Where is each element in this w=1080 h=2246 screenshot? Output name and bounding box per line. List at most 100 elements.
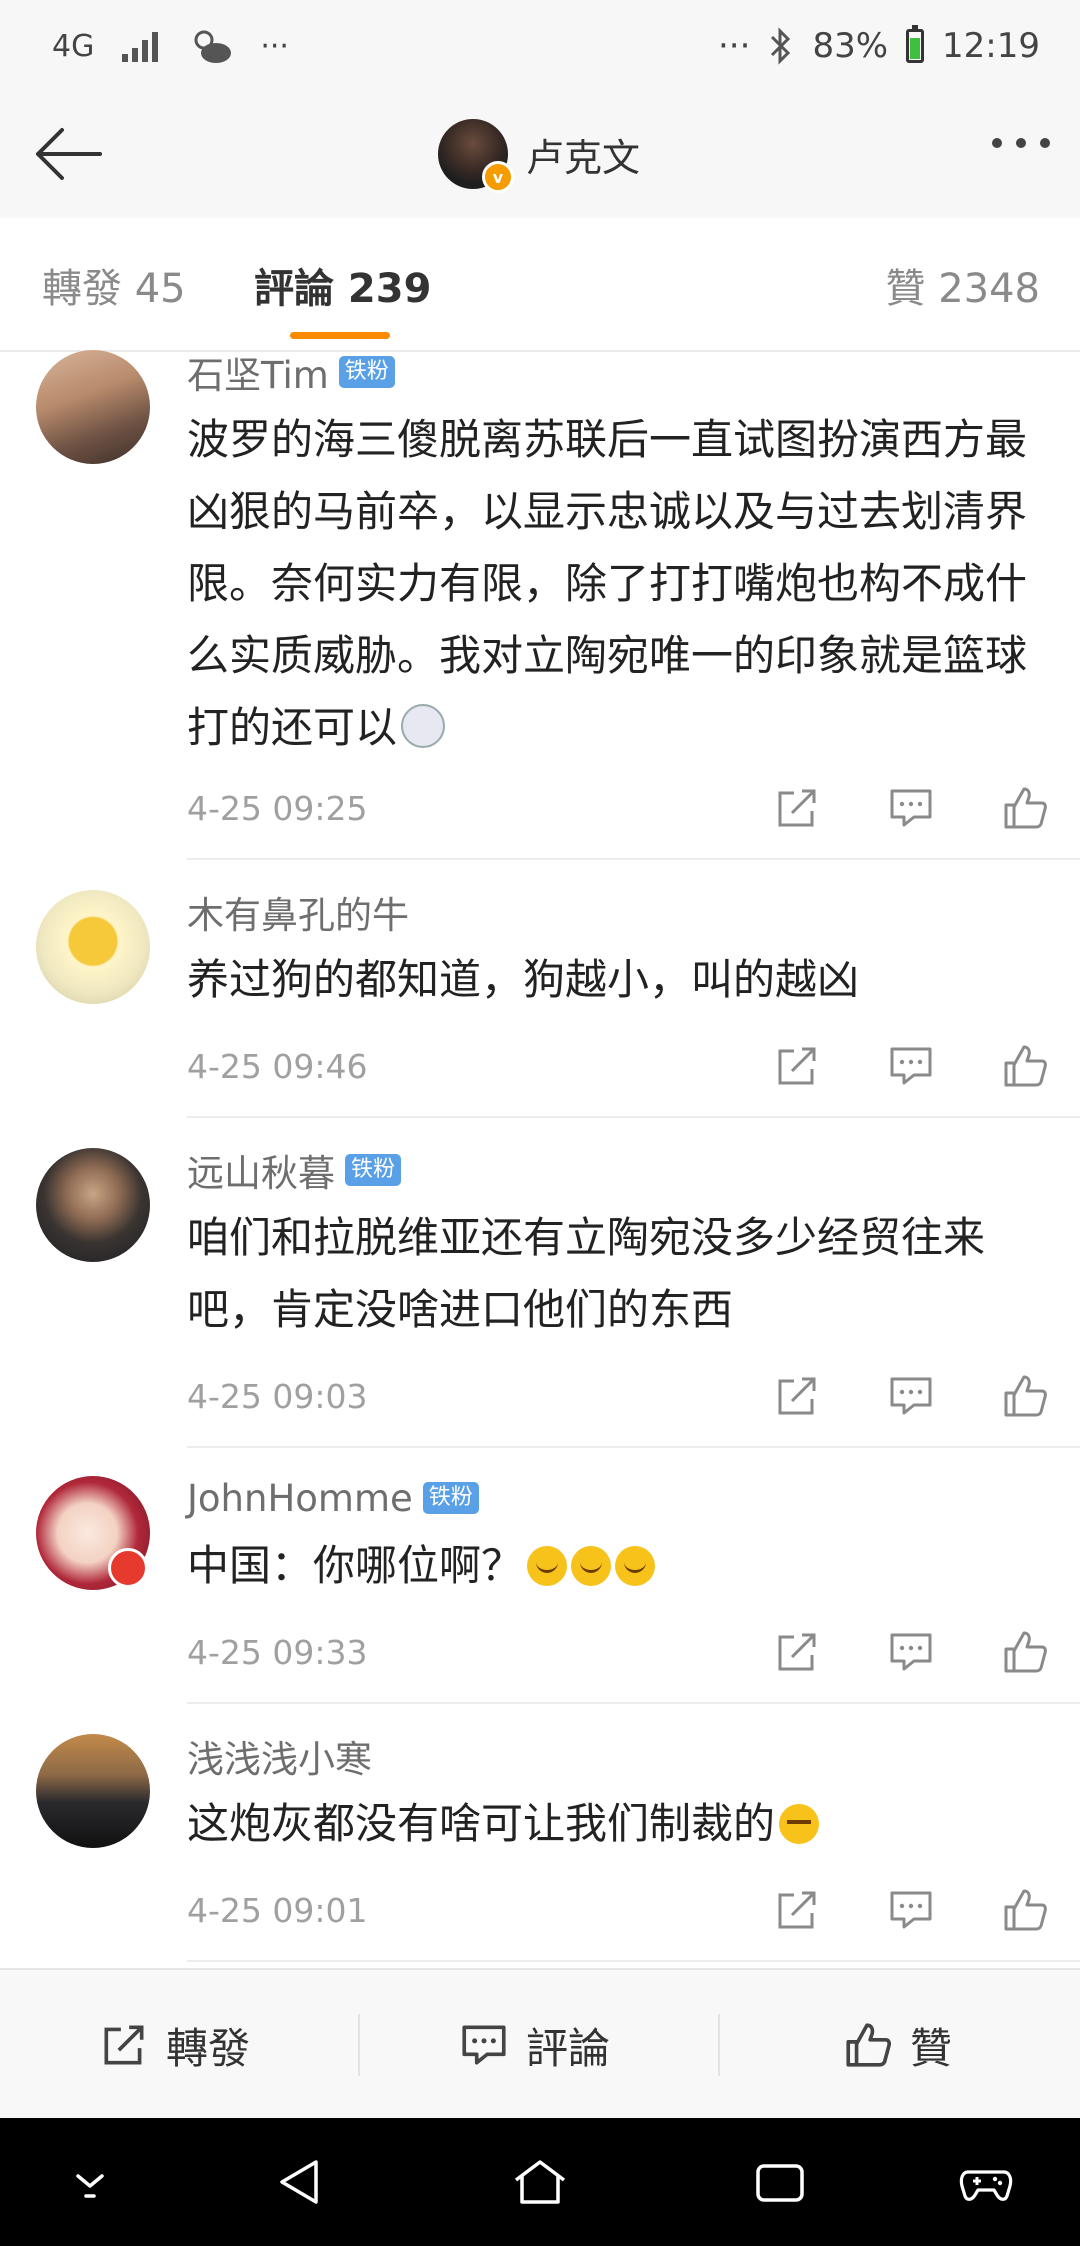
like-button[interactable] [1000,1371,1050,1421]
tab-comments[interactable]: 評論 239 [254,256,431,314]
active-tab-indicator [290,332,390,339]
reply-button[interactable] [886,1627,936,1677]
repost-button[interactable] [772,1627,822,1677]
divider [187,858,1080,860]
nav-header: v 卢克文 [0,90,1080,220]
reply-button[interactable] [886,1371,936,1421]
divider [187,1116,1080,1118]
share-icon [778,1633,816,1671]
like-button[interactable] [1000,783,1050,833]
like-button[interactable] [1000,1885,1050,1935]
tab-repost[interactable]: 轉發 45 [42,256,186,314]
comment-text: 这炮灰都没有啥可让我们制裁的 [187,1788,1050,1860]
reply-button[interactable] [886,1041,936,1091]
comment-icon [890,1633,932,1671]
battery-icon [906,25,925,63]
more-dots-icon[interactable] [992,138,1050,148]
thumbs-up-icon [1004,1045,1047,1087]
comment-bottom-label: 評論 [526,2023,611,2073]
divider [187,1702,1080,1704]
user-avatar[interactable] [36,1734,150,1848]
divider [187,1960,1080,1962]
weather-cloud-sun-icon [194,30,232,63]
reply-button[interactable] [886,1885,936,1935]
comment-bottom-button[interactable]: 評論 [458,1970,610,2120]
tab-likes[interactable]: 贊 2348 [885,256,1040,314]
home-nav-icon[interactable] [512,2154,568,2210]
repost-button[interactable] [772,1041,822,1091]
red-badge-icon [108,1548,148,1588]
user-avatar[interactable] [36,350,150,464]
repost-button[interactable] [772,783,822,833]
network-label: 4G [52,28,95,64]
repost-button[interactable] [772,1885,822,1935]
dog-emoji-icon [401,704,446,748]
author-avatar[interactable]: v [438,119,514,193]
username[interactable]: 木有鼻孔的牛 [187,885,409,939]
repost-bottom-label: 轉發 [166,2023,251,2073]
page-title: 卢克文 [526,135,641,180]
divider [718,2014,720,2076]
like-bottom-button[interactable]: 贊 [842,1970,952,2120]
verified-badge-icon: v [482,161,514,193]
recent-apps-icon[interactable] [752,2154,808,2210]
user-avatar[interactable] [36,890,150,1004]
comment-text: 咱们和拉脱维亚还有立陶宛没多少经贸往来吧，肯定没啥进口他们的东西 [187,1213,986,1334]
repost-button[interactable] [772,1371,822,1421]
signal-icon [122,32,159,62]
more-status: ··· [718,26,751,66]
share-icon [778,789,816,827]
more-notifications: ··· [260,28,289,64]
comment-text: 养过狗的都知道，狗越小，叫的越凶 [187,955,860,1004]
username[interactable]: 石坚Tim [187,345,329,399]
like-button[interactable] [1000,1041,1050,1091]
comment-icon [890,1891,932,1929]
username[interactable]: 远山秋暮 [187,1143,335,1197]
back-button[interactable] [28,114,108,194]
fan-badge: 铁粉 [422,1482,479,1514]
share-icon [778,1047,816,1085]
clock: 12:19 [942,26,1040,66]
thumbs-up-icon [1004,1375,1047,1417]
comment-time: 4-25 09:03 [187,1376,368,1416]
back-arrow-icon [36,128,102,180]
tab-bar: 轉發 45 評論 239 贊 2348 [0,218,1080,352]
comment-time: 4-25 09:33 [187,1632,368,1672]
smirk-emoji-icon [779,1804,820,1844]
thumbs-up-icon [846,2023,892,2067]
comment-icon [890,1377,932,1415]
share-icon [778,1377,816,1415]
comment-text: 波罗的海三傻脱离苏联后一直试图扮演西方最凶狠的马前卒，以显示忠诚以及与过去划清界… [187,415,1028,752]
like-button[interactable] [1000,1627,1050,1677]
bottom-action-bar: 轉發 評論 贊 [0,1968,1080,2120]
comment-icon [890,1047,932,1085]
comment-time: 4-25 09:46 [187,1046,368,1086]
thumbs-up-icon [1004,1889,1047,1931]
battery-percent: 83% [812,26,889,66]
laugh-cry-emoji-icon [571,1546,612,1586]
laugh-cry-emoji-icon [527,1546,568,1586]
bluetooth-icon [771,27,791,65]
author-info[interactable]: v 卢克文 [438,116,641,193]
laugh-cry-emoji-icon [615,1546,656,1586]
comment-icon [462,2025,506,2065]
comment-time: 4-25 09:01 [187,1890,368,1930]
back-nav-icon[interactable] [272,2154,328,2210]
repost-bottom-button[interactable]: 轉發 [98,1970,250,2120]
user-avatar[interactable] [36,1476,150,1590]
username[interactable]: 浅浅浅小寒 [187,1729,372,1783]
system-navigation-bar [0,2118,1080,2246]
user-avatar[interactable] [36,1148,150,1262]
fan-badge: 铁粉 [338,356,395,388]
username[interactable]: JohnHomme [187,1477,413,1520]
status-bar: 4G ··· ··· 83% 12:19 [0,0,1080,90]
reply-button[interactable] [886,783,936,833]
comment-text: 中国：你哪位啊？ [187,1530,1050,1602]
game-controller-icon[interactable] [958,2154,1014,2210]
share-icon [104,2025,144,2065]
divider [187,1446,1080,1448]
divider [358,2014,360,2076]
hide-keyboard-icon[interactable] [62,2154,118,2210]
thumbs-up-icon [1004,787,1047,829]
thumbs-up-icon [1004,1631,1047,1673]
